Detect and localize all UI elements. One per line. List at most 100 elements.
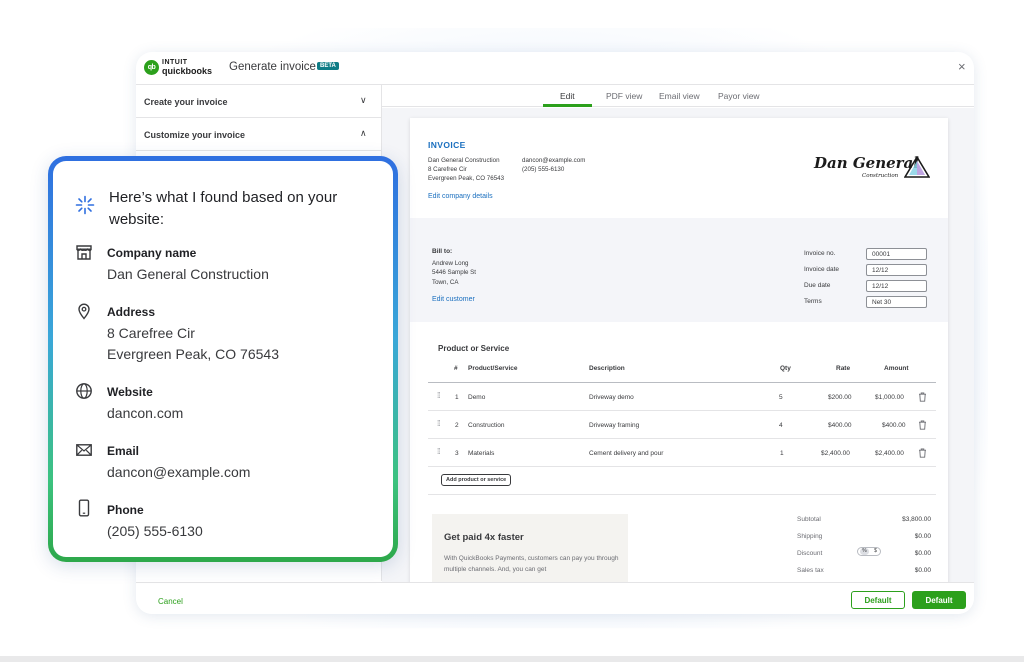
invoice-canvas: INVOICE Dan General Construction 8 Caref… bbox=[382, 108, 974, 594]
location-pin-icon bbox=[78, 303, 90, 320]
trash-icon[interactable] bbox=[918, 448, 927, 458]
line-product[interactable]: Demo bbox=[468, 394, 485, 401]
line-description[interactable]: Driveway framing bbox=[589, 422, 639, 429]
line-qty[interactable]: 1 bbox=[780, 450, 784, 457]
globe-icon bbox=[76, 383, 92, 399]
shipping-value: $0.00 bbox=[914, 533, 931, 540]
title-bar: qb INTUIT quickbooks Generate invoice BE… bbox=[136, 52, 974, 84]
customer-town: Town, CA bbox=[432, 279, 459, 286]
sales-tax-value: $0.00 bbox=[914, 567, 931, 574]
drag-handle-icon[interactable]: ⁞⁞ bbox=[437, 419, 441, 428]
email-label: Email bbox=[107, 444, 140, 458]
line-qty[interactable]: 5 bbox=[779, 394, 783, 401]
drag-handle-icon[interactable]: ⁞⁞ bbox=[437, 447, 441, 456]
company-address-line2: Evergreen Peak, CO 76543 bbox=[428, 175, 505, 182]
line-rate[interactable]: $400.00 bbox=[828, 422, 852, 429]
add-product-button[interactable]: Add product or service bbox=[441, 474, 512, 486]
address-label: Address bbox=[107, 305, 156, 319]
discount-value: $0.00 bbox=[914, 550, 931, 557]
line-number: 3 bbox=[455, 450, 459, 457]
row-divider bbox=[428, 438, 936, 439]
column-header-amount: Amount bbox=[884, 365, 909, 372]
trash-icon[interactable] bbox=[918, 420, 927, 430]
bill-to-label: Bill to: bbox=[432, 248, 453, 255]
invoice-heading: INVOICE bbox=[428, 140, 466, 150]
website-value: dancon.com bbox=[107, 405, 184, 421]
line-amount: $400.00 bbox=[882, 422, 906, 429]
accordion-label: Customize your invoice bbox=[144, 130, 246, 140]
column-header-qty: Qty bbox=[780, 365, 791, 372]
line-rate[interactable]: $200.00 bbox=[828, 394, 852, 401]
company-name-value: Dan General Construction bbox=[107, 266, 269, 282]
company-name-label: Company name bbox=[107, 246, 197, 260]
edit-company-details-link[interactable]: Edit company details bbox=[428, 193, 493, 200]
row-divider bbox=[428, 410, 936, 411]
view-tabs: Edit PDF view Email view Payor view bbox=[382, 85, 974, 107]
phone-label: Phone bbox=[107, 503, 144, 517]
line-qty[interactable]: 4 bbox=[779, 422, 783, 429]
accordion-customize-invoice[interactable]: Customize your invoice ∧ bbox=[136, 118, 382, 151]
section-divider bbox=[428, 494, 936, 495]
percent-option[interactable]: % bbox=[860, 548, 869, 555]
address-line1: 8 Carefree Cir bbox=[107, 325, 195, 341]
tab-payor-view[interactable]: Payor view bbox=[718, 91, 760, 101]
bill-to-section: Bill to: Andrew Long 5446 Sample St Town… bbox=[410, 218, 948, 322]
line-number: 2 bbox=[455, 422, 459, 429]
line-rate[interactable]: $2,400.00 bbox=[821, 450, 850, 457]
accordion-create-invoice[interactable]: Create your invoice ∨ bbox=[136, 85, 382, 118]
edit-customer-link[interactable]: Edit customer bbox=[432, 296, 475, 303]
tab-edit[interactable]: Edit bbox=[560, 91, 575, 101]
phone-icon bbox=[78, 499, 90, 517]
drag-handle-icon[interactable]: ⁞⁞ bbox=[437, 391, 441, 400]
close-icon[interactable]: × bbox=[958, 59, 966, 74]
invoice-preview: INVOICE Dan General Construction 8 Caref… bbox=[410, 118, 948, 594]
customer-name: Andrew Long bbox=[432, 260, 469, 267]
invoice-no-field[interactable]: 00001 bbox=[866, 248, 927, 260]
column-header-product: Product/Service bbox=[468, 365, 518, 372]
shipping-label: Shipping bbox=[797, 533, 823, 540]
tab-pdf-view[interactable]: PDF view bbox=[606, 91, 642, 101]
window-title: Generate invoice bbox=[229, 61, 316, 73]
terms-field[interactable]: Net 30 bbox=[866, 296, 927, 308]
sales-tax-label: Sales tax bbox=[797, 567, 824, 574]
accordion-label: Create your invoice bbox=[144, 97, 228, 107]
storefront-icon bbox=[76, 245, 92, 260]
header-divider bbox=[428, 382, 936, 383]
website-label: Website bbox=[107, 385, 153, 399]
footer-bar: Cancel Default Default bbox=[136, 582, 974, 614]
line-description[interactable]: Cement delivery and pour bbox=[589, 450, 663, 457]
column-header-description: Description bbox=[589, 365, 625, 372]
customer-street: 5446 Sample St bbox=[432, 269, 477, 276]
quickbooks-logo-text: INTUIT quickbooks bbox=[162, 58, 212, 76]
invoice-date-label: Invoice date bbox=[804, 266, 840, 273]
tab-email-view[interactable]: Email view bbox=[659, 91, 700, 101]
products-heading: Product or Service bbox=[438, 344, 510, 353]
line-amount: $2,400.00 bbox=[875, 450, 904, 457]
column-header-number: # bbox=[454, 365, 458, 372]
dollar-option[interactable]: $ bbox=[871, 548, 880, 555]
envelope-icon bbox=[76, 444, 92, 456]
cancel-button[interactable]: Cancel bbox=[158, 597, 183, 606]
invoice-date-field[interactable]: 12/12 bbox=[866, 264, 927, 276]
default-secondary-button[interactable]: Default bbox=[851, 591, 905, 609]
discount-type-toggle[interactable]: % $ bbox=[857, 547, 881, 556]
default-primary-button[interactable]: Default bbox=[912, 591, 966, 609]
column-header-rate: Rate bbox=[836, 365, 851, 372]
due-date-label: Due date bbox=[804, 282, 831, 289]
trash-icon[interactable] bbox=[918, 392, 927, 402]
line-product[interactable]: Materials bbox=[468, 450, 494, 457]
line-product[interactable]: Construction bbox=[468, 422, 505, 429]
website-info-card-body: Here’s what I found based on your websit… bbox=[53, 161, 393, 557]
beta-badge: BETA bbox=[317, 62, 339, 70]
website-info-card: Here’s what I found based on your websit… bbox=[48, 156, 398, 562]
logo-sub: Construction bbox=[862, 173, 899, 179]
company-phone: (205) 555-6130 bbox=[522, 166, 565, 173]
address-line2: Evergreen Peak, CO 76543 bbox=[107, 346, 279, 362]
promo-title: Get paid 4x faster bbox=[444, 532, 524, 543]
line-description[interactable]: Driveway demo bbox=[589, 394, 634, 401]
phone-value: (205) 555-6130 bbox=[107, 523, 203, 539]
logo-quickbooks: quickbooks bbox=[162, 66, 213, 76]
due-date-field[interactable]: 12/12 bbox=[866, 280, 927, 292]
chevron-down-icon: ∨ bbox=[360, 95, 367, 105]
line-amount: $1,000.00 bbox=[875, 394, 904, 401]
